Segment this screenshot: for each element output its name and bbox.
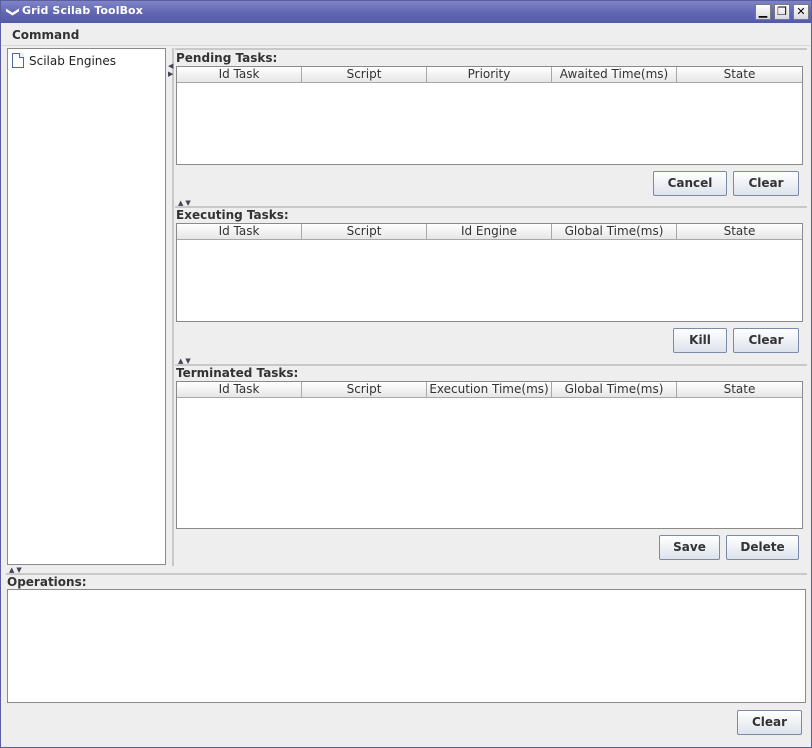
column-header-priority[interactable]: Priority (427, 67, 552, 83)
column-header-global-time[interactable]: Global Time(ms) (552, 382, 677, 398)
tree-node-label: Scilab Engines (29, 53, 117, 68)
column-header-id-task[interactable]: Id Task (177, 382, 302, 398)
maximize-icon[interactable]: ❐ (774, 4, 790, 20)
column-header-awaited-time[interactable]: Awaited Time(ms) (552, 67, 677, 83)
terminated-tasks-title: Terminated Tasks: (176, 366, 299, 380)
panel-divider (175, 48, 807, 50)
column-header-state[interactable]: State (677, 67, 802, 83)
kill-button[interactable]: Kill (673, 328, 727, 353)
column-header-state[interactable]: State (677, 224, 802, 240)
table-header: Id Task Script Priority Awaited Time(ms)… (177, 67, 802, 83)
executing-tasks-table[interactable]: Id Task Script Id Engine Global Time(ms)… (176, 223, 803, 322)
column-header-id-engine[interactable]: Id Engine (427, 224, 552, 240)
tree-node-scilab-engines[interactable]: Scilab Engines (12, 53, 116, 68)
executing-tasks-title: Executing Tasks: (176, 208, 289, 222)
minimize-icon[interactable]: ▁ (755, 4, 771, 20)
splitter-divider (172, 48, 174, 566)
menu-bar: Command (2, 24, 810, 46)
terminated-tasks-table[interactable]: Id Task Script Execution Time(ms) Global… (176, 381, 803, 529)
window-menu-icon[interactable]: ❯ (4, 4, 20, 20)
executing-clear-button[interactable]: Clear (733, 328, 799, 353)
delete-button[interactable]: Delete (726, 535, 799, 560)
main-window: ❯ Grid Scilab ToolBox ▁ ❐ ✕ Command Scil… (0, 0, 812, 748)
panel-divider (6, 573, 807, 575)
vertical-splitter[interactable]: ◀ ▶ (167, 48, 174, 566)
column-header-execution-time[interactable]: Execution Time(ms) (427, 382, 552, 398)
column-header-id-task[interactable]: Id Task (177, 224, 302, 240)
cancel-button[interactable]: Cancel (653, 171, 727, 196)
operations-clear-button[interactable]: Clear (737, 710, 802, 735)
pending-clear-button[interactable]: Clear (733, 171, 799, 196)
pending-tasks-panel: Pending Tasks: Id Task Script Priority A… (175, 48, 807, 207)
engines-tree[interactable]: Scilab Engines (7, 48, 166, 565)
column-header-script[interactable]: Script (302, 382, 427, 398)
pending-tasks-title: Pending Tasks: (176, 51, 278, 65)
title-bar[interactable]: ❯ Grid Scilab ToolBox ▁ ❐ ✕ (1, 1, 811, 23)
window-title: Grid Scilab ToolBox (22, 4, 143, 17)
close-icon[interactable]: ✕ (793, 4, 809, 20)
column-header-id-task[interactable]: Id Task (177, 67, 302, 83)
menu-command[interactable]: Command (12, 28, 79, 42)
column-header-script[interactable]: Script (302, 224, 427, 240)
document-icon (12, 53, 24, 68)
column-header-script[interactable]: Script (302, 67, 427, 83)
terminated-tasks-panel: Terminated Tasks: Id Task Script Executi… (175, 364, 807, 566)
operations-log[interactable] (7, 589, 806, 703)
column-header-global-time[interactable]: Global Time(ms) (552, 224, 677, 240)
column-header-state[interactable]: State (677, 382, 802, 398)
splitter-collapse-icon[interactable]: ◀ ▶ (168, 62, 173, 78)
executing-tasks-panel: Executing Tasks: Id Task Script Id Engin… (175, 206, 807, 365)
operations-panel: Operations: Clear (6, 573, 807, 741)
save-button[interactable]: Save (659, 535, 720, 560)
table-header: Id Task Script Id Engine Global Time(ms)… (177, 224, 802, 240)
operations-title: Operations: (7, 575, 87, 589)
table-header: Id Task Script Execution Time(ms) Global… (177, 382, 802, 398)
pending-tasks-table[interactable]: Id Task Script Priority Awaited Time(ms)… (176, 66, 803, 165)
